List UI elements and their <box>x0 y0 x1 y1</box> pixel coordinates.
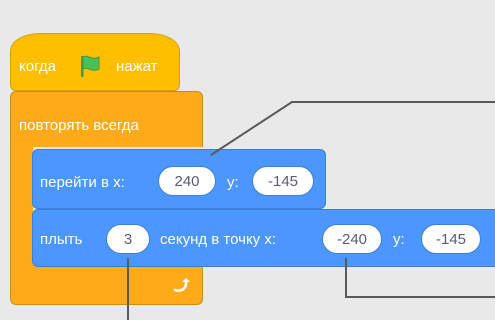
clicked-label: нажат <box>116 58 158 75</box>
annotation-line <box>127 258 129 320</box>
annotation-line <box>291 101 495 103</box>
annotation-line <box>210 101 293 156</box>
loop-arrow-icon <box>173 278 190 292</box>
annotation-line <box>345 258 347 298</box>
glide-label: плыть <box>40 231 83 248</box>
green-flag-icon <box>81 55 100 77</box>
glide-secs-input[interactable]: 3 <box>106 224 150 254</box>
glide-y-label: y: <box>393 231 405 248</box>
glide-y-input[interactable]: -145 <box>421 224 481 254</box>
forever-block-arm <box>10 146 33 266</box>
annotation-line <box>345 296 495 298</box>
goto-y-label: y: <box>227 174 239 191</box>
goto-x-input[interactable]: 240 <box>158 166 216 196</box>
when-label: когда <box>19 58 56 75</box>
goto-label: перейти в x: <box>40 174 125 191</box>
glide-mid-label: секунд в точку x: <box>160 231 277 248</box>
goto-y-input[interactable]: -145 <box>252 166 314 196</box>
forever-label: повторять всегда <box>19 117 139 134</box>
glide-x-input[interactable]: -240 <box>322 224 382 254</box>
